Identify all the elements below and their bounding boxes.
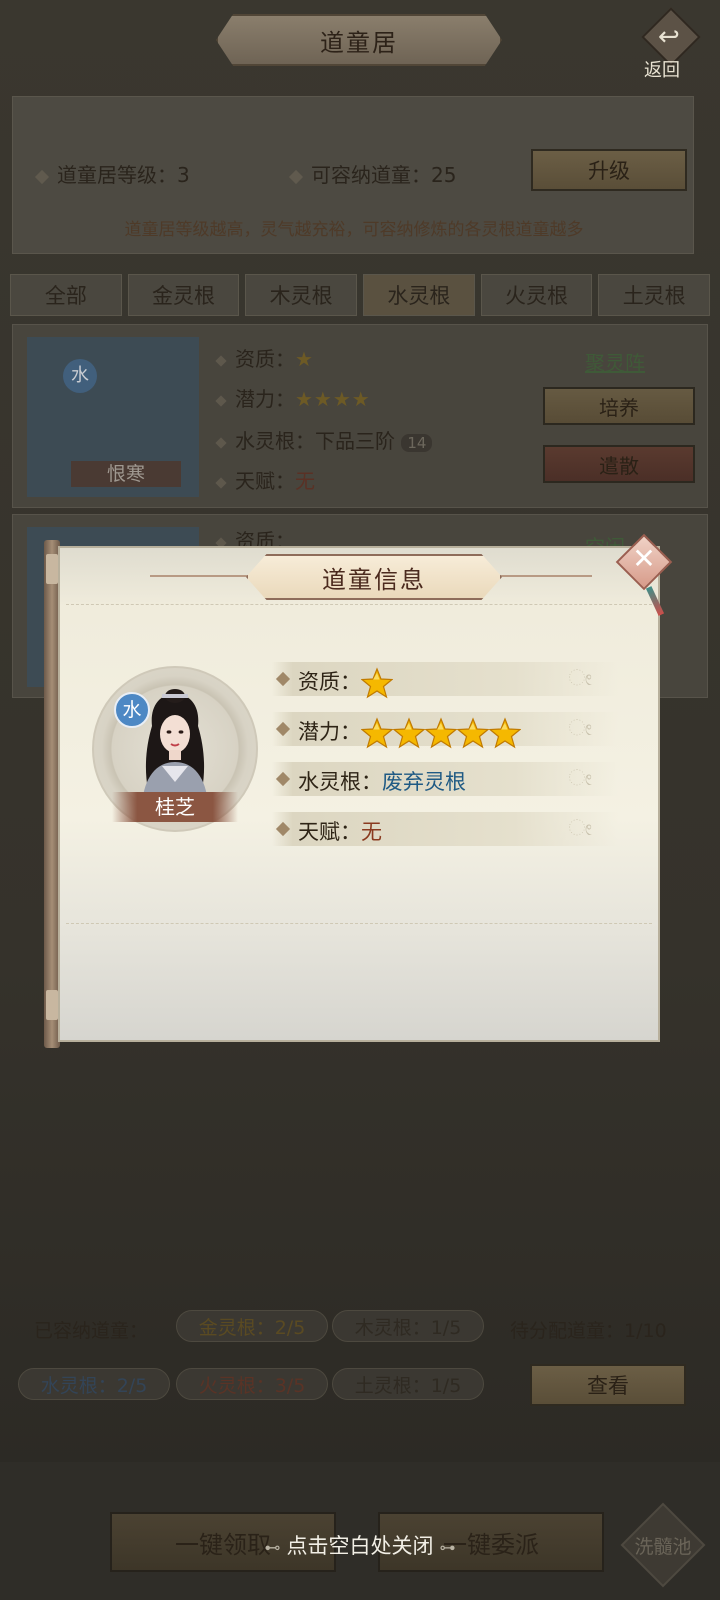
- talent-row: 天赋：无 ೕ: [272, 812, 618, 846]
- talent-value: 无: [361, 820, 382, 844]
- spirit-root-value: 废弃灵根: [382, 770, 466, 794]
- disciple-portrait: 水 恨寒: [27, 337, 199, 497]
- pending-count: 待分配道童：1/10: [510, 1320, 667, 1342]
- aptitude-row: 资质： ೕ: [272, 662, 618, 699]
- star-icon: [457, 717, 489, 749]
- hall-level: 道童居等级：3: [34, 159, 190, 188]
- potential-row: 潜力： ೕ: [272, 712, 618, 749]
- diamond-bullet-icon: [215, 476, 227, 489]
- aptitude-stars: [361, 667, 393, 699]
- disciple-card[interactable]: 水 恨寒 资质：★ 潜力：★★★★ 水灵根：下品三阶 14 天赋：无 聚灵阵 培…: [12, 324, 708, 508]
- modal-title-banner: 道童信息: [246, 554, 502, 600]
- cloud-ornament-icon: ೕ: [568, 766, 592, 791]
- star-rating: ★★★★: [295, 387, 371, 411]
- spirit-root-label: 水灵根：: [298, 770, 382, 794]
- earth-root-count: 土灵根：1/5: [332, 1368, 484, 1400]
- cloud-ornament-icon: ೕ: [568, 816, 592, 841]
- root-row: 水灵根：下品三阶 14: [215, 425, 433, 454]
- tab-gold[interactable]: 金灵根: [127, 274, 240, 316]
- title-line-left: [150, 575, 250, 577]
- capacity-summary: 已容纳道童： 金灵根：2/5 木灵根：1/5 待分配道童：1/10 水灵根：2/…: [12, 1300, 708, 1426]
- upgrade-button[interactable]: 升级: [531, 149, 687, 191]
- gold-root-count: 金灵根：2/5: [176, 1310, 328, 1342]
- assignment-link[interactable]: 聚灵阵: [585, 347, 645, 376]
- potential-stars: [361, 717, 521, 749]
- modal-paper: 道童信息 水 桂芝 资质： ೕ 潜力： ೕ 水灵根：废弃灵根 ೕ 天赋：无 ೕ: [58, 546, 660, 1042]
- view-button[interactable]: 查看: [530, 1364, 686, 1406]
- disciple-name: 桂芝: [112, 792, 238, 822]
- tab-all[interactable]: 全部: [10, 274, 122, 316]
- tab-wood[interactable]: 木灵根: [245, 274, 358, 316]
- close-hint-text: 点击空白处关闭: [286, 1534, 434, 1558]
- diamond-bullet-icon: [275, 671, 291, 687]
- title-line-right: [492, 575, 592, 577]
- diamond-bullet-icon: [215, 436, 227, 449]
- close-hint[interactable]: ⊷ 点击空白处关闭 ⊶: [0, 1530, 720, 1560]
- tab-earth[interactable]: 土灵根: [598, 274, 711, 316]
- cloud-ornament-icon: ೕ: [568, 666, 592, 691]
- fire-root-count: 火灵根：3/5: [176, 1368, 328, 1400]
- back-label: 返回: [644, 60, 680, 81]
- cloud-ornament-icon: ೕ: [568, 716, 592, 741]
- root-filter-tabs: 全部 金灵根 木灵根 水灵根 火灵根 土灵根: [10, 274, 711, 316]
- diamond-bullet-icon: [275, 821, 291, 837]
- back-button[interactable]: ↩ 返回: [640, 7, 706, 81]
- diamond-bullet-icon: [215, 354, 227, 367]
- diamond-bullet-icon: [275, 771, 291, 787]
- star-icon: [425, 717, 457, 749]
- aptitude-label: 资质：: [298, 670, 361, 694]
- star-rating: ★: [295, 347, 314, 371]
- disciple-avatar: 水 桂芝: [92, 666, 258, 832]
- dismiss-button[interactable]: 遣散: [543, 445, 695, 483]
- tab-water[interactable]: 水灵根: [363, 274, 475, 316]
- root-level-badge: 14: [401, 434, 433, 452]
- star-icon: [361, 667, 393, 699]
- aptitude-row: 资质：★: [215, 343, 314, 372]
- talent-label: 天赋：: [298, 820, 361, 844]
- close-x-icon: ✕: [632, 542, 656, 575]
- scroll-rod-knob: [46, 990, 58, 1020]
- close-modal-button[interactable]: ✕: [615, 533, 673, 616]
- wood-root-count: 木灵根：1/5: [332, 1310, 484, 1342]
- back-arrow-icon: ↩: [658, 22, 680, 52]
- water-element-icon: 水: [114, 692, 150, 728]
- spirit-root-row: 水灵根：废弃灵根 ೕ: [272, 762, 618, 796]
- hint-right-ornament-icon: ⊶: [439, 1538, 456, 1557]
- diamond-bullet-icon: [288, 169, 304, 184]
- level-hint: 道童居等级越高，灵气越充裕，可容纳修炼的各灵根道童越多: [124, 220, 584, 240]
- water-element-icon: 水: [63, 359, 97, 393]
- hall-capacity: 可容纳道童：25: [288, 159, 456, 188]
- water-root-count: 水灵根：2/5: [18, 1368, 170, 1400]
- talent-row: 天赋：无: [215, 465, 315, 494]
- star-icon: [361, 717, 393, 749]
- scroll-rod-knob: [46, 554, 58, 584]
- star-icon: [393, 717, 425, 749]
- disciple-info-modal: 道童信息 水 桂芝 资质： ೕ 潜力： ೕ 水灵根：废弃灵根 ೕ 天赋：无 ೕ …: [44, 533, 673, 1058]
- cultivate-button[interactable]: 培养: [543, 387, 695, 425]
- diamond-bullet-icon: [215, 394, 227, 407]
- potential-label: 潜力：: [298, 720, 361, 744]
- tab-fire[interactable]: 火灵根: [480, 274, 593, 316]
- page-title: 道童居: [216, 14, 502, 66]
- diamond-bullet-icon: [275, 721, 291, 737]
- potential-row: 潜力：★★★★: [215, 383, 371, 412]
- disciple-name: 恨寒: [71, 461, 181, 487]
- level-panel: 道童居等级：3 可容纳道童：25 升级 道童居等级越高，灵气越充裕，可容纳修炼的…: [12, 96, 694, 254]
- modal-title: 道童信息: [246, 554, 502, 600]
- hint-left-ornament-icon: ⊷: [264, 1538, 281, 1557]
- housed-label: 已容纳道童：: [34, 1320, 149, 1342]
- diamond-bullet-icon: [34, 169, 50, 184]
- star-icon: [489, 717, 521, 749]
